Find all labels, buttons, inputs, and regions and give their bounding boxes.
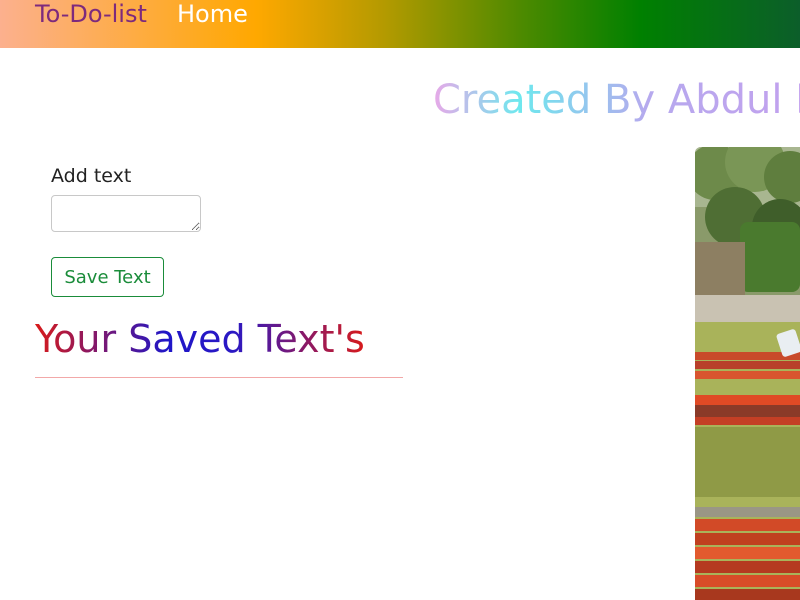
saved-texts-heading: Your Saved Text's (35, 317, 365, 361)
park-bench-photo (695, 147, 800, 600)
nav-home-link[interactable]: Home (177, 0, 248, 28)
add-text-textarea[interactable] (51, 195, 201, 232)
navbar: To-Do-list Home (0, 0, 800, 48)
save-text-button[interactable]: Save Text (51, 257, 164, 297)
add-text-label: Add text (51, 165, 132, 187)
credit-heading: Created By Abdul R (433, 76, 800, 124)
saved-texts-divider (35, 377, 403, 378)
navbar-brand[interactable]: To-Do-list (35, 0, 147, 28)
